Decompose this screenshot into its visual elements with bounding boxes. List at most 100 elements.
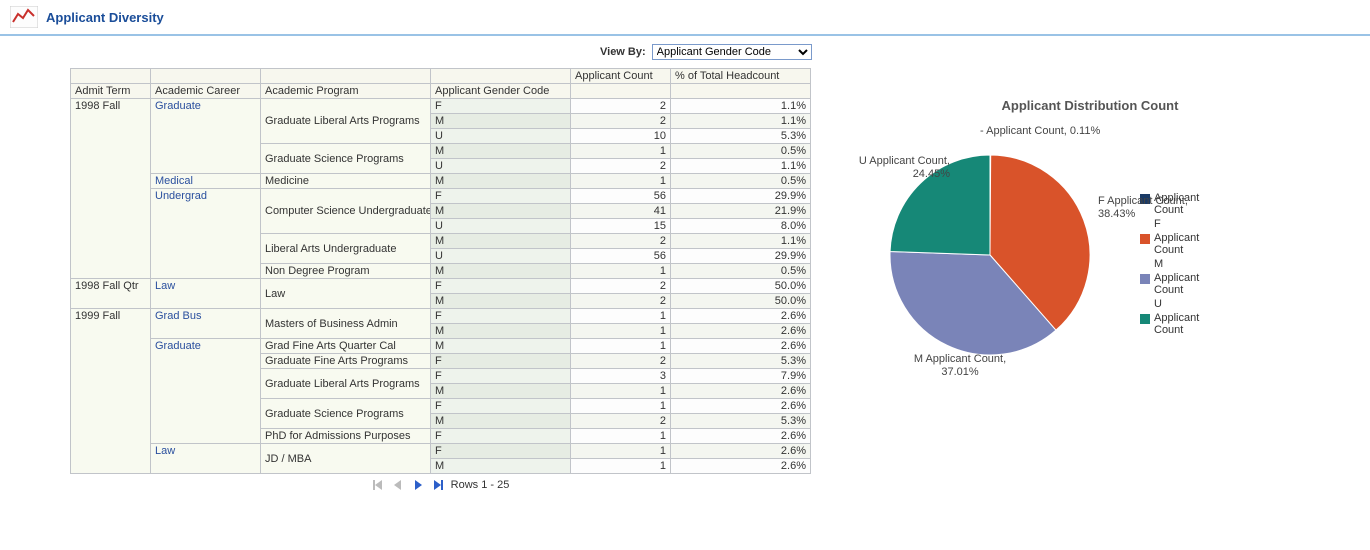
cell-pct: 1.1% xyxy=(671,159,811,174)
cell-gender: M xyxy=(431,114,571,129)
cell-program: Masters of Business Admin xyxy=(261,309,431,339)
career-link[interactable]: Graduate xyxy=(155,340,201,352)
cell-pct: 8.0% xyxy=(671,219,811,234)
th-applicant-count[interactable]: Applicant Count xyxy=(571,69,671,84)
th-gender-code[interactable]: Applicant Gender Code xyxy=(431,84,571,99)
cell-pct: 1.1% xyxy=(671,114,811,129)
cell-pct: 2.6% xyxy=(671,459,811,474)
th-academic-program[interactable]: Academic Program xyxy=(261,84,431,99)
cell-pct: 21.9% xyxy=(671,204,811,219)
cell-program: Non Degree Program xyxy=(261,264,431,279)
cell-count: 1 xyxy=(571,384,671,399)
cell-gender: M xyxy=(431,174,571,189)
cell-admit-term: 1998 Fall Qtr xyxy=(71,279,151,309)
pie-label-f: F Applicant Count, 38.43% xyxy=(1098,195,1188,221)
cell-count: 1 xyxy=(571,324,671,339)
cell-gender: M xyxy=(431,204,571,219)
cell-pct: 2.6% xyxy=(671,384,811,399)
cell-gender: U xyxy=(431,159,571,174)
cell-gender: F xyxy=(431,399,571,414)
chart-logo-icon xyxy=(10,6,38,28)
th-spacer xyxy=(151,69,261,84)
pager-prev-icon[interactable] xyxy=(391,478,405,492)
cell-gender: F xyxy=(431,429,571,444)
cell-gender: F xyxy=(431,189,571,204)
pager: Rows 1 - 25 xyxy=(70,474,810,496)
cell-count: 1 xyxy=(571,309,671,324)
table-row: MedicalMedicineM10.5% xyxy=(71,174,811,189)
career-link[interactable]: Law xyxy=(155,280,175,292)
cell-pct: 0.5% xyxy=(671,144,811,159)
cell-count: 2 xyxy=(571,279,671,294)
cell-count: 1 xyxy=(571,264,671,279)
career-link[interactable]: Graduate xyxy=(155,100,201,112)
cell-count: 2 xyxy=(571,114,671,129)
career-link[interactable]: Law xyxy=(155,445,175,457)
cell-gender: M xyxy=(431,339,571,354)
cell-pct: 1.1% xyxy=(671,99,811,114)
cell-career: Law xyxy=(151,279,261,309)
cell-admit-term: 1999 Fall xyxy=(71,309,151,474)
legend-item: ApplicantCount xyxy=(1140,312,1199,336)
cell-gender: M xyxy=(431,294,571,309)
chart-title: Applicant Distribution Count xyxy=(850,98,1330,113)
data-table-area: Applicant Count % of Total Headcount Adm… xyxy=(70,68,810,496)
cell-pct: 50.0% xyxy=(671,294,811,309)
cell-pct: 2.6% xyxy=(671,429,811,444)
chart-area: Applicant Distribution Count - Applicant… xyxy=(850,68,1330,405)
legend-text: ApplicantCount xyxy=(1154,272,1199,296)
table-row: GraduateGrad Fine Arts Quarter CalM12.6% xyxy=(71,339,811,354)
viewby-bar: View By: Applicant Gender Code xyxy=(0,36,1370,68)
career-link[interactable]: Grad Bus xyxy=(155,310,201,322)
cell-count: 1 xyxy=(571,444,671,459)
pager-rows-text: Rows 1 - 25 xyxy=(451,479,510,491)
cell-count: 1 xyxy=(571,339,671,354)
cell-gender: M xyxy=(431,324,571,339)
applicant-table: Applicant Count % of Total Headcount Adm… xyxy=(70,68,811,474)
th-blank xyxy=(671,84,811,99)
pie-label-u: U Applicant Count, 24.45% xyxy=(840,155,950,181)
cell-gender: U xyxy=(431,219,571,234)
cell-count: 3 xyxy=(571,369,671,384)
cell-gender: U xyxy=(431,249,571,264)
cell-count: 1 xyxy=(571,429,671,444)
th-spacer xyxy=(431,69,571,84)
table-row: 1998 FallGraduateGraduate Liberal Arts P… xyxy=(71,99,811,114)
page-header: Applicant Diversity xyxy=(0,0,1370,36)
cell-count: 10 xyxy=(571,129,671,144)
cell-gender: U xyxy=(431,129,571,144)
cell-program: Graduate Liberal Arts Programs xyxy=(261,369,431,399)
pager-last-icon[interactable] xyxy=(431,478,445,492)
career-link[interactable]: Undergrad xyxy=(155,190,207,202)
th-academic-career[interactable]: Academic Career xyxy=(151,84,261,99)
cell-pct: 5.3% xyxy=(671,129,811,144)
pie-label-m: M Applicant Count, 37.01% xyxy=(900,353,1020,379)
cell-pct: 29.9% xyxy=(671,189,811,204)
table-row: UndergradComputer Science UndergraduateF… xyxy=(71,189,811,204)
cell-gender: F xyxy=(431,279,571,294)
viewby-select[interactable]: Applicant Gender Code xyxy=(652,44,812,60)
pager-next-icon[interactable] xyxy=(411,478,425,492)
cell-gender: F xyxy=(431,99,571,114)
cell-career: Undergrad xyxy=(151,189,261,279)
cell-program: Graduate Fine Arts Programs xyxy=(261,354,431,369)
cell-gender: F xyxy=(431,354,571,369)
cell-count: 56 xyxy=(571,249,671,264)
cell-gender: M xyxy=(431,234,571,249)
cell-count: 2 xyxy=(571,99,671,114)
legend-item: M xyxy=(1140,258,1199,270)
cell-count: 41 xyxy=(571,204,671,219)
cell-pct: 29.9% xyxy=(671,249,811,264)
th-pct-headcount[interactable]: % of Total Headcount xyxy=(671,69,811,84)
cell-count: 2 xyxy=(571,159,671,174)
cell-program: Graduate Liberal Arts Programs xyxy=(261,99,431,144)
table-row: LawJD / MBAF12.6% xyxy=(71,444,811,459)
pager-first-icon[interactable] xyxy=(371,478,385,492)
th-spacer xyxy=(71,69,151,84)
cell-pct: 0.5% xyxy=(671,174,811,189)
legend-item: U xyxy=(1140,298,1199,310)
cell-count: 1 xyxy=(571,174,671,189)
career-link[interactable]: Medical xyxy=(155,175,193,187)
th-admit-term[interactable]: Admit Term xyxy=(71,84,151,99)
viewby-label: View By: xyxy=(600,46,646,58)
